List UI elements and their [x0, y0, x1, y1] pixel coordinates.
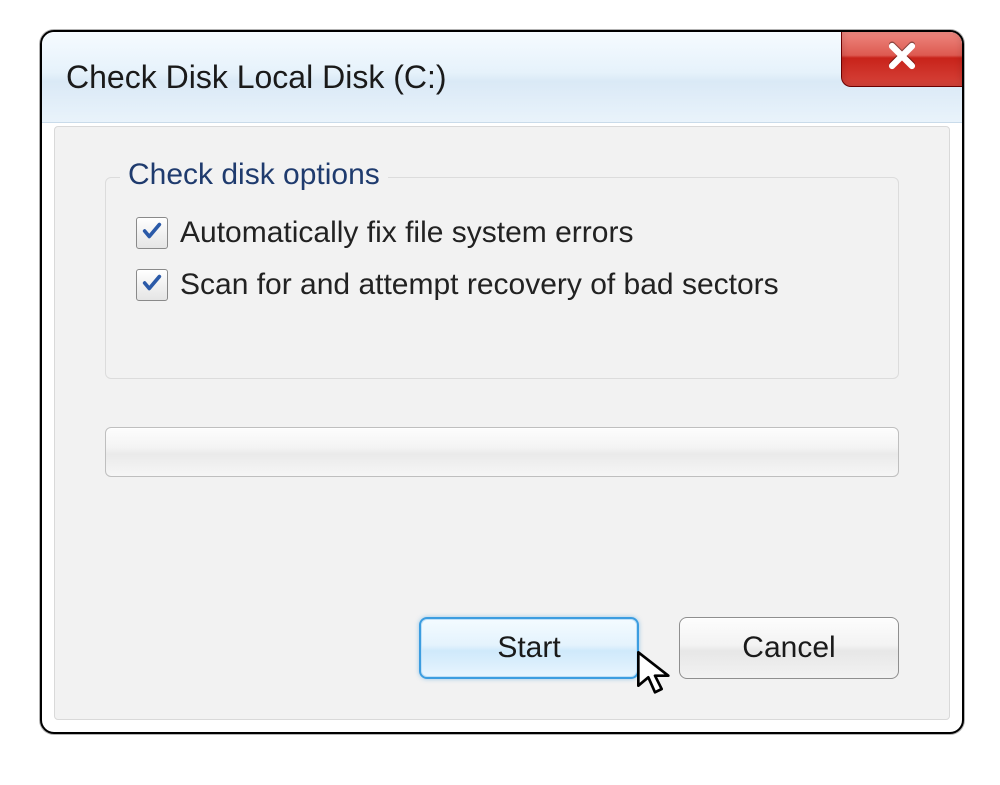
button-row: Start Cancel: [419, 617, 899, 679]
group-legend: Check disk options: [120, 158, 388, 192]
progress-bar: [105, 427, 899, 477]
check-disk-dialog: Check Disk Local Disk (C:) Check disk op…: [40, 30, 964, 734]
close-button[interactable]: [841, 30, 962, 87]
client-area: Check disk options Automatically fix fil…: [54, 126, 950, 720]
option-scan-bad-sectors[interactable]: Scan for and attempt recovery of bad sec…: [136, 268, 878, 302]
options-list: Automatically fix file system errors Sca…: [136, 216, 878, 302]
option-auto-fix-errors[interactable]: Automatically fix file system errors: [136, 216, 878, 250]
window-title: Check Disk Local Disk (C:): [42, 59, 447, 96]
checkbox-auto-fix[interactable]: [136, 217, 168, 249]
option-label: Scan for and attempt recovery of bad sec…: [180, 268, 779, 302]
check-disk-options-group: Check disk options Automatically fix fil…: [105, 177, 899, 379]
close-icon: [885, 39, 919, 78]
option-label: Automatically fix file system errors: [180, 216, 633, 250]
checkmark-icon: [141, 216, 163, 250]
cancel-button[interactable]: Cancel: [679, 617, 899, 679]
titlebar[interactable]: Check Disk Local Disk (C:): [42, 32, 962, 123]
checkmark-icon: [141, 268, 163, 302]
start-button[interactable]: Start: [419, 617, 639, 679]
checkbox-scan-sectors[interactable]: [136, 269, 168, 301]
